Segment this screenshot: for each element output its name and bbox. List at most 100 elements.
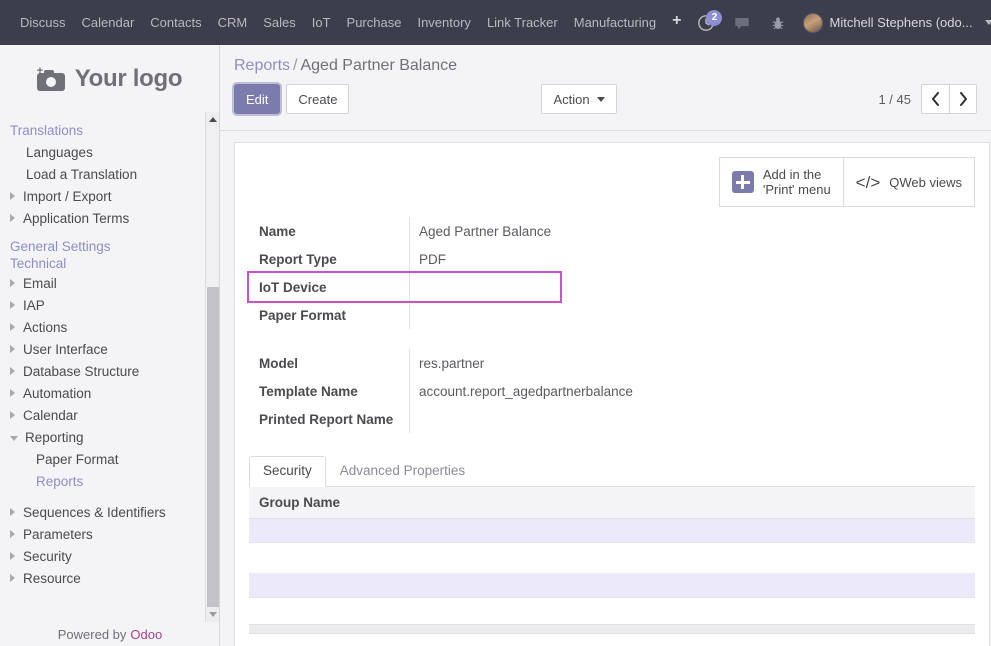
chevron-right-icon — [10, 552, 15, 560]
sidebar-item-email[interactable]: Email — [0, 272, 219, 294]
top-navbar: Discuss Calendar Contacts CRM Sales IoT … — [0, 0, 991, 45]
field-label-iot-device: IoT Device — [259, 279, 327, 295]
qweb-views-button[interactable]: </> QWeb views — [842, 158, 974, 206]
field-value-report-type[interactable]: PDF — [409, 245, 679, 273]
field-value-printed-report-name[interactable] — [409, 405, 679, 433]
sidebar-item-user-interface[interactable]: User Interface — [0, 338, 219, 360]
nav-item-sales[interactable]: Sales — [255, 9, 304, 36]
field-label-report-type: Report Type — [259, 251, 337, 267]
notebook-tabs: Security Advanced Properties — [249, 456, 975, 487]
sidebar-item-calendar[interactable]: Calendar — [0, 404, 219, 426]
nav-item-purchase[interactable]: Purchase — [339, 9, 410, 36]
action-dropdown-button[interactable]: Action — [541, 84, 617, 114]
activity-clock-icon[interactable]: 2 — [689, 8, 723, 38]
breadcrumb-root-link[interactable]: Reports — [234, 57, 290, 74]
sidebar-item-label: User Interface — [23, 341, 108, 357]
security-groups-table: Group Name — [249, 487, 975, 543]
user-menu-chevron-down-icon[interactable] — [984, 20, 991, 25]
table-row[interactable] — [249, 573, 975, 598]
scrollbar-down-arrow-icon[interactable] — [206, 607, 219, 622]
field-row-printed-report-name: Printed Report Name — [249, 405, 679, 433]
tab-security[interactable]: Security — [249, 456, 326, 487]
notebook-page-security: Group Name — [249, 487, 975, 634]
edit-button[interactable]: Edit — [234, 84, 281, 114]
sidebar-item-sequences-identifiers[interactable]: Sequences & Identifiers — [0, 501, 219, 523]
pager: 1 / 45 — [878, 84, 977, 114]
sidebar-section-technical[interactable]: Technical — [0, 255, 219, 272]
sidebar-item-parameters[interactable]: Parameters — [0, 523, 219, 545]
sidebar-item-iap[interactable]: IAP — [0, 294, 219, 316]
nav-item-iot[interactable]: IoT — [304, 9, 339, 36]
nav-item-calendar[interactable]: Calendar — [74, 9, 143, 36]
table-row[interactable] — [249, 518, 975, 543]
scrollbar-up-arrow-icon[interactable] — [206, 112, 219, 127]
sidebar-section-general-settings[interactable]: General Settings — [0, 238, 219, 255]
pager-next-button[interactable] — [949, 84, 977, 114]
field-value-iot-device[interactable] — [409, 273, 560, 301]
navbar-systray: 2 Mitchell Stephens (odo... — [689, 8, 991, 38]
sidebar-item-actions[interactable]: Actions — [0, 316, 219, 338]
add-in-print-menu-button[interactable]: Add in the 'Print' menu — [720, 158, 843, 206]
form-sheet: Add in the 'Print' menu </> QWeb views N… — [234, 142, 990, 646]
pager-previous-button[interactable] — [921, 84, 949, 114]
nav-item-manufacturing[interactable]: Manufacturing — [566, 9, 664, 36]
column-header-group-name[interactable]: Group Name — [249, 487, 975, 519]
sidebar-item-languages[interactable]: Languages — [0, 141, 219, 163]
field-value-name[interactable]: Aged Partner Balance — [409, 217, 679, 245]
sidebar-scrollbar[interactable] — [205, 112, 219, 622]
odoo-brand-link[interactable]: Odoo — [130, 627, 162, 642]
field-value-paper-format[interactable] — [409, 301, 679, 329]
sidebar-item-label: Sequences & Identifiers — [23, 504, 166, 520]
sidebar-logo[interactable]: + Your logo — [0, 45, 219, 112]
add-apps-plus-icon[interactable]: + — [664, 10, 689, 36]
sidebar-item-label: Actions — [23, 319, 68, 335]
add-in-print-menu-line2: 'Print' menu — [762, 182, 831, 197]
sidebar-item-automation[interactable]: Automation — [0, 382, 219, 404]
sidebar-item-label: Load a Translation — [26, 166, 138, 182]
action-label: Action — [553, 91, 590, 107]
create-button[interactable]: Create — [286, 84, 350, 114]
nav-item-link-tracker[interactable]: Link Tracker — [479, 9, 566, 36]
nav-item-contacts[interactable]: Contacts — [142, 9, 209, 36]
scrollbar-thumb[interactable] — [207, 287, 219, 612]
chevron-right-icon — [10, 214, 15, 222]
add-in-print-menu-line1: Add in the — [762, 167, 822, 182]
sidebar-section-translations[interactable]: Translations — [0, 120, 219, 141]
field-value-template-name[interactable]: account.report_agedpartnerbalance — [409, 377, 679, 405]
nav-item-crm[interactable]: CRM — [210, 9, 256, 36]
code-icon: </> — [855, 172, 881, 192]
sidebar-item-reports[interactable]: Reports — [0, 470, 219, 492]
tab-advanced-properties[interactable]: Advanced Properties — [326, 456, 479, 487]
cell-group-name-empty[interactable] — [249, 573, 975, 598]
sidebar-item-security[interactable]: Security — [0, 545, 219, 567]
chat-bubble-icon[interactable] — [725, 8, 759, 38]
nav-item-inventory[interactable]: Inventory — [409, 9, 478, 36]
plus-square-icon — [731, 171, 754, 193]
powered-by-footer: Powered by Odoo — [0, 622, 219, 646]
cell-group-name[interactable] — [249, 518, 975, 543]
field-row-report-type: Report Type PDF — [249, 245, 679, 273]
pager-count: 1 / 45 — [878, 91, 911, 107]
field-label-template-name: Template Name — [259, 383, 358, 399]
sidebar-item-paper-format[interactable]: Paper Format — [0, 448, 219, 470]
chevron-right-icon — [10, 279, 15, 287]
nav-item-discuss[interactable]: Discuss — [12, 9, 74, 36]
sidebar-item-import-export[interactable]: Import / Export — [0, 185, 219, 207]
user-menu[interactable]: Mitchell Stephens (odo... — [797, 9, 978, 37]
sidebar: + Your logo Translations Languages Load … — [0, 45, 220, 646]
notebook: Security Advanced Properties Group Name — [249, 456, 975, 634]
field-value-model[interactable]: res.partner — [409, 349, 679, 377]
bug-icon[interactable] — [761, 8, 795, 38]
sidebar-item-resource[interactable]: Resource — [0, 567, 219, 589]
chevron-right-icon — [10, 301, 15, 309]
sidebar-item-load-a-translation[interactable]: Load a Translation — [0, 163, 219, 185]
sidebar-item-label: Languages — [26, 144, 93, 160]
field-label-printed-report-name: Printed Report Name — [259, 411, 394, 427]
chevron-right-icon — [10, 323, 15, 331]
sidebar-item-database-structure[interactable]: Database Structure — [0, 360, 219, 382]
field-row-iot-device[interactable]: IoT Device — [247, 271, 562, 303]
sidebar-item-reporting[interactable]: Reporting — [0, 426, 219, 448]
chevron-right-icon — [10, 574, 15, 582]
field-label-paper-format: Paper Format — [259, 307, 347, 323]
sidebar-item-application-terms[interactable]: Application Terms — [0, 207, 219, 229]
